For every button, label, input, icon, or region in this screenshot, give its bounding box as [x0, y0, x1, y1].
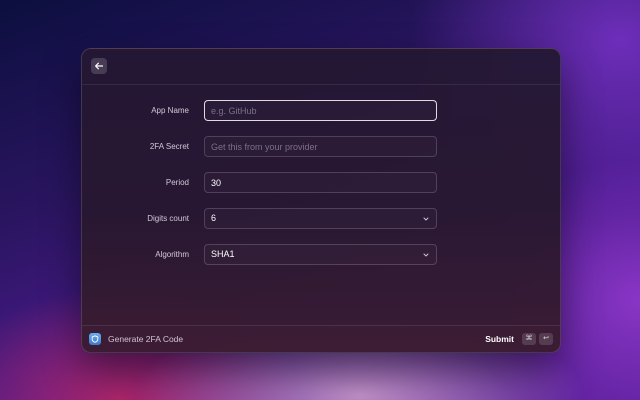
window-header [82, 49, 560, 85]
action-bar: Generate 2FA Code Submit ⌘ ↩ [82, 325, 560, 352]
secret-label: 2FA Secret [149, 142, 189, 151]
period-field-wrapper [204, 172, 437, 193]
form-row-algorithm: Algorithm SHA1 [82, 244, 560, 266]
chevron-down-icon [423, 217, 429, 221]
enter-key-icon: ↩ [539, 333, 553, 345]
form-row-period: Period [82, 172, 560, 194]
app-name-field-wrapper [204, 100, 437, 121]
app-window: App Name 2FA Secret Period Digits count … [81, 48, 561, 353]
app-name-label: App Name [151, 106, 189, 115]
shield-icon [91, 335, 99, 343]
period-input[interactable] [205, 173, 436, 192]
period-label: Period [165, 178, 189, 187]
secret-field-wrapper [204, 136, 437, 157]
algorithm-label: Algorithm [155, 250, 189, 259]
command-key-icon: ⌘ [522, 333, 536, 345]
submit-button[interactable]: Submit [485, 326, 514, 352]
secret-input[interactable] [205, 137, 436, 156]
chevron-down-icon [423, 253, 429, 257]
form-row-secret: 2FA Secret [82, 136, 560, 158]
shield-app-icon [89, 333, 101, 345]
algorithm-value: SHA1 [211, 249, 235, 259]
command-title: Generate 2FA Code [108, 334, 184, 344]
arrow-left-icon [95, 62, 104, 70]
digits-value: 6 [211, 213, 217, 223]
form-row-app-name: App Name [82, 100, 560, 122]
algorithm-select[interactable]: SHA1 [204, 244, 437, 265]
back-button[interactable] [91, 58, 107, 74]
digits-label: Digits count [147, 214, 189, 223]
digits-select[interactable]: 6 [204, 208, 437, 229]
app-name-input[interactable] [205, 101, 436, 120]
form-row-digits: Digits count 6 [82, 208, 560, 230]
